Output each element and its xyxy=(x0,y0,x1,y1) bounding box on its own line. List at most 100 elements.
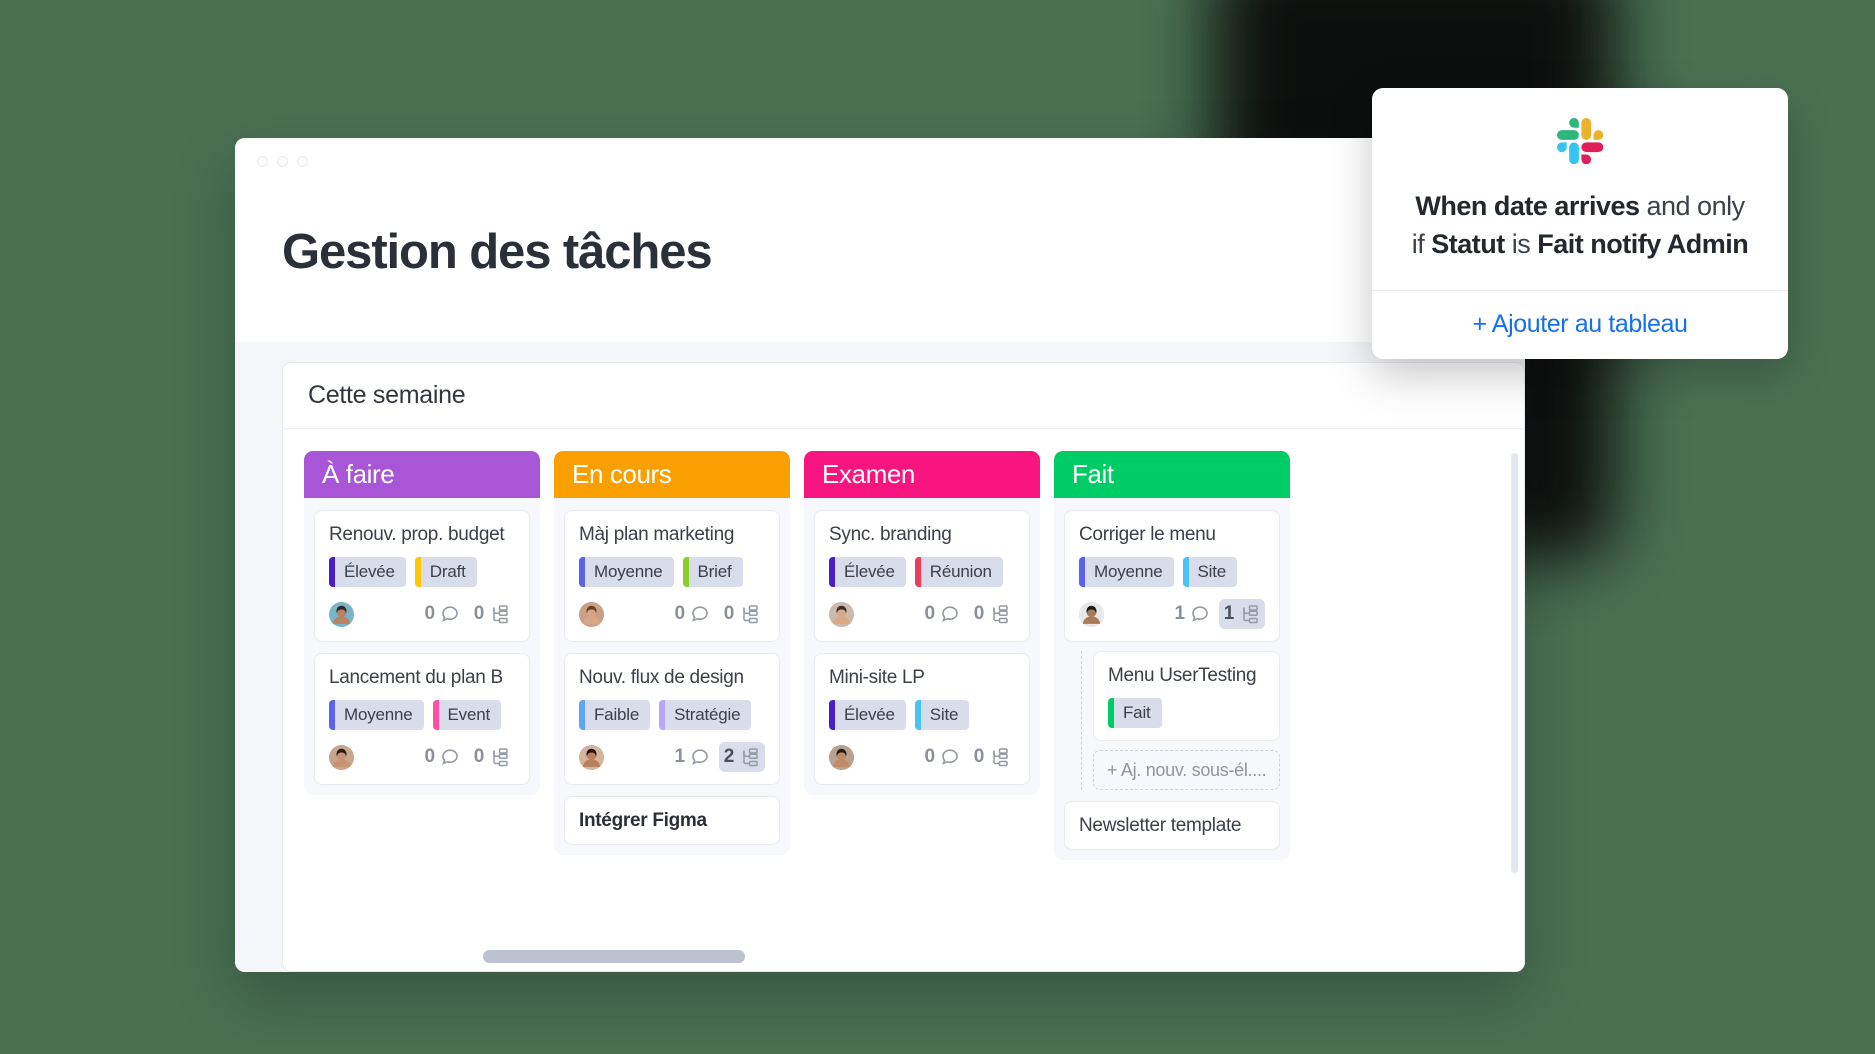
vertical-scrollbar[interactable] xyxy=(1511,453,1518,873)
task-tag[interactable]: Site xyxy=(914,700,970,730)
task-counts: 00 xyxy=(419,599,515,629)
horizontal-scrollbar[interactable] xyxy=(483,950,745,963)
task-title: Renouv. prop. budget xyxy=(329,524,505,545)
comment-count[interactable]: 0 xyxy=(419,599,464,629)
close-icon[interactable] xyxy=(257,155,268,167)
column-header-1[interactable]: En cours xyxy=(554,451,790,498)
column-body: Sync. branding Élevée Réunion 0 0 Mini-site L… xyxy=(804,498,1040,795)
add-subtask-button[interactable]: + Aj. nouv. sous-él.... xyxy=(1093,750,1280,790)
tag-label: Moyenne xyxy=(1094,562,1163,581)
tag-label: Site xyxy=(1197,562,1227,581)
task-card[interactable]: Màj plan marketing Moyenne Brief 0 0 xyxy=(564,510,780,642)
task-tag[interactable]: Faible xyxy=(579,700,651,730)
task-tag[interactable]: Fait xyxy=(1108,698,1162,728)
subtask-count[interactable]: 0 xyxy=(969,742,1015,772)
task-tag[interactable]: Stratégie xyxy=(659,700,752,730)
subtask-count[interactable]: 0 xyxy=(469,599,515,629)
subtask-count-value: 0 xyxy=(973,603,985,624)
column-header-3[interactable]: Fait xyxy=(1054,451,1290,498)
task-meta: 00 xyxy=(829,742,1015,772)
comment-count[interactable]: 0 xyxy=(669,599,714,629)
tag-label: Élevée xyxy=(844,562,895,581)
task-title: Nouv. flux de design xyxy=(579,667,744,688)
comment-count-value: 1 xyxy=(1174,603,1185,624)
comment-icon xyxy=(440,604,460,624)
tag-label: Fait xyxy=(1123,703,1151,722)
task-counts: 00 xyxy=(919,599,1015,629)
subtask-icon xyxy=(739,747,760,768)
comment-count[interactable]: 1 xyxy=(1169,599,1214,629)
task-card[interactable]: Newsletter template xyxy=(1064,801,1280,850)
app-window: Gestion des tâches Cette semaine À faire… xyxy=(235,138,1525,972)
comment-count-value: 0 xyxy=(424,746,435,767)
task-tag[interactable]: Réunion xyxy=(914,557,1003,587)
task-counts: 00 xyxy=(419,742,515,772)
task-card[interactable]: Sync. branding Élevée Réunion 0 0 xyxy=(814,510,1030,642)
tag-label: Draft xyxy=(429,562,466,581)
task-tags: Fait xyxy=(1108,698,1265,728)
task-counts: 12 xyxy=(669,742,765,772)
comment-count[interactable]: 1 xyxy=(669,742,714,772)
comment-icon xyxy=(440,747,460,767)
comment-count[interactable]: 0 xyxy=(419,742,464,772)
subtask-count[interactable]: 0 xyxy=(469,742,515,772)
task-card[interactable]: Lancement du plan B Moyenne Event 0 0 xyxy=(314,653,530,785)
tag-label: Site xyxy=(929,705,959,724)
automation-rule-text: When date arrives and only if Statut is … xyxy=(1406,187,1754,264)
comment-count[interactable]: 0 xyxy=(919,599,964,629)
kanban-column: Examen Sync. branding Élevée Réunion 0 0 Mini-… xyxy=(804,451,1040,971)
comment-icon xyxy=(940,604,960,624)
subtask-count[interactable]: 1 xyxy=(1218,599,1265,629)
column-body: Corriger le menu Moyenne Site 1 1 Menu UserTe… xyxy=(1054,498,1290,860)
tag-label: Event xyxy=(447,705,491,724)
avatar[interactable] xyxy=(1079,601,1104,627)
task-card[interactable]: Corriger le menu Moyenne Site 1 1 xyxy=(1064,510,1280,642)
task-card[interactable]: Menu UserTesting Fait xyxy=(1093,651,1280,741)
task-tag[interactable]: Site xyxy=(1182,557,1238,587)
avatar[interactable] xyxy=(329,601,354,627)
subtask-count[interactable]: 0 xyxy=(719,599,765,629)
task-tag[interactable]: Brief xyxy=(682,557,743,587)
task-tag[interactable]: Draft xyxy=(414,557,477,587)
avatar[interactable] xyxy=(579,601,604,627)
subtask-group: Menu UserTesting Fait + Aj. nouv. sous-él.… xyxy=(1081,651,1280,790)
avatar[interactable] xyxy=(329,744,354,770)
avatar[interactable] xyxy=(829,601,854,627)
task-tag[interactable]: Élevée xyxy=(829,557,906,587)
subtask-count-value: 1 xyxy=(1223,603,1235,624)
subtask-count[interactable]: 2 xyxy=(718,742,765,772)
task-title: Mini-site LP xyxy=(829,667,925,688)
task-tags: Moyenne Site xyxy=(1079,557,1265,587)
task-meta: 00 xyxy=(579,599,765,629)
comment-icon xyxy=(1190,604,1210,624)
task-tag[interactable]: Moyenne xyxy=(329,700,424,730)
automation-text-bold: Statut xyxy=(1431,229,1505,260)
board-container: Cette semaine À faire Renouv. prop. budge… xyxy=(282,362,1525,972)
task-tag[interactable]: Moyenne xyxy=(579,557,674,587)
maximize-icon[interactable] xyxy=(297,155,308,167)
task-tag[interactable]: Event xyxy=(432,700,502,730)
task-card[interactable]: Nouv. flux de design Faible Stratégie 1 2 xyxy=(564,653,780,785)
task-tag[interactable]: Moyenne xyxy=(1079,557,1174,587)
task-meta: 00 xyxy=(829,599,1015,629)
task-title: Newsletter template xyxy=(1079,815,1242,836)
subtask-icon xyxy=(989,747,1010,768)
subtask-count[interactable]: 0 xyxy=(969,599,1015,629)
tag-label: Brief xyxy=(697,562,732,581)
add-to-board-link[interactable]: + Ajouter au tableau xyxy=(1472,310,1688,339)
kanban-columns: À faire Renouv. prop. budget Élevée Draft 0 0… xyxy=(283,430,1524,971)
comment-count-value: 1 xyxy=(674,746,685,767)
avatar[interactable] xyxy=(579,744,604,770)
minimize-icon[interactable] xyxy=(277,155,288,167)
task-tag[interactable]: Élevée xyxy=(829,700,906,730)
task-card[interactable]: Intégrer Figma xyxy=(564,796,780,845)
column-header-2[interactable]: Examen xyxy=(804,451,1040,498)
comment-count[interactable]: 0 xyxy=(919,742,964,772)
task-tag[interactable]: Élevée xyxy=(329,557,406,587)
slack-logo-icon xyxy=(1557,118,1603,164)
avatar[interactable] xyxy=(829,744,854,770)
task-card[interactable]: Mini-site LP Élevée Site 0 0 xyxy=(814,653,1030,785)
task-card[interactable]: Renouv. prop. budget Élevée Draft 0 0 xyxy=(314,510,530,642)
task-title: Lancement du plan B xyxy=(329,667,503,688)
column-header-0[interactable]: À faire xyxy=(304,451,540,498)
